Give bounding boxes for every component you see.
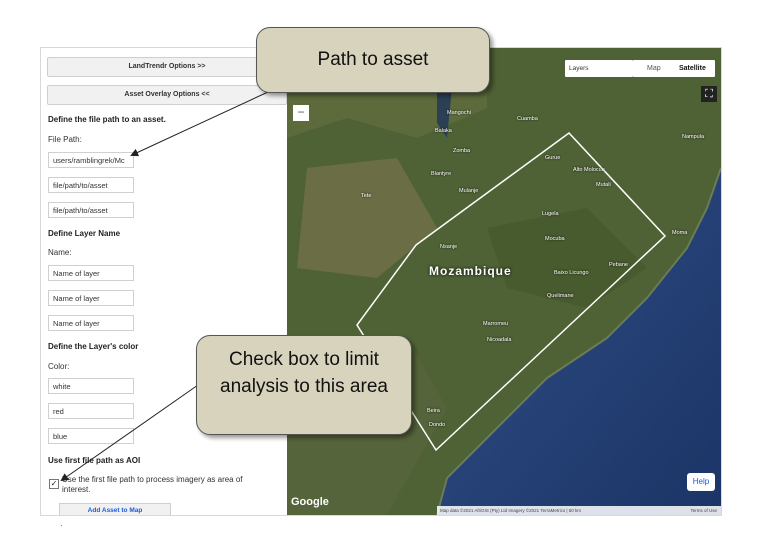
layer-name-input-3[interactable]: Name of layer — [48, 315, 134, 331]
place-label: Quelimane — [547, 293, 574, 299]
color-label: Color: — [48, 362, 70, 371]
landtrendr-options-button[interactable]: LandTrendr Options >> — [47, 57, 287, 77]
callout-path-to-asset: Path to asset — [256, 27, 490, 93]
place-label: Nicoadala — [487, 337, 512, 343]
place-label: Nsanje — [440, 244, 458, 250]
file-path-input-2[interactable]: file/path/to/asset — [48, 177, 134, 193]
color-input-1[interactable]: white — [48, 378, 134, 394]
country-label: Mozambique — [429, 264, 512, 278]
map-attribution: Map data ©2021 AfriGIS (Pty) Ltd Imagery… — [437, 506, 721, 515]
place-label: Balaka — [435, 128, 452, 134]
place-label: Marromeu — [483, 321, 509, 327]
map-view[interactable]: Cuamba Mangochi Balaka Zomba Blantyre Mu… — [287, 48, 721, 515]
fullscreen-icon[interactable]: ⛶ — [701, 86, 717, 102]
file-path-input-1[interactable]: users/ramblingrek/Mc — [48, 152, 134, 168]
satellite-imagery — [287, 48, 721, 515]
aoi-heading: Use first file path as AOI — [48, 456, 141, 465]
place-label: Mocuba — [545, 236, 565, 242]
aoi-checkbox[interactable]: ✓ — [49, 479, 59, 489]
color-input-2[interactable]: red — [48, 403, 134, 419]
place-label: Tete — [361, 193, 372, 199]
place-label: Mulanje — [459, 188, 479, 194]
color-heading: Define the Layer's color — [48, 342, 139, 351]
add-asset-button[interactable]: Add Asset to Map — [59, 503, 171, 515]
place-label: Blantyre — [431, 171, 452, 177]
help-button[interactable]: Help — [687, 473, 715, 491]
map-type-map-button[interactable]: Map — [647, 60, 661, 77]
map-type-control: Map Satellite — [633, 60, 715, 77]
zoom-out-button[interactable]: − — [293, 105, 309, 121]
file-path-input-3[interactable]: file/path/to/asset — [48, 202, 134, 218]
map-type-satellite-button[interactable]: Satellite — [679, 60, 706, 77]
app-frame: LandTrendr Options >> Asset Overlay Opti… — [40, 47, 722, 516]
layer-name-input-1[interactable]: Name of layer — [48, 265, 134, 281]
place-label: Alto Molocue — [573, 167, 605, 173]
place-label: Lugela — [542, 211, 559, 217]
layer-name-input-2[interactable]: Name of layer — [48, 290, 134, 306]
place-label: Pebane — [609, 262, 628, 268]
layer-name-heading: Define Layer Name — [48, 229, 121, 238]
google-logo: Google — [291, 496, 329, 508]
place-label: Nampula — [682, 134, 705, 140]
place-label: Dondo — [429, 422, 446, 428]
color-input-3[interactable]: blue — [48, 428, 134, 444]
name-label: Name: — [48, 248, 72, 257]
place-label: Beira — [427, 408, 440, 414]
options-panel: LandTrendr Options >> Asset Overlay Opti… — [41, 48, 287, 515]
place-label: Baixo Licungo — [554, 270, 589, 276]
place-label: Mutali — [596, 182, 611, 188]
place-label: Zomba — [453, 148, 471, 154]
place-label: Cuamba — [517, 116, 538, 122]
file-path-label: File Path: — [48, 135, 82, 144]
place-label: Gurue — [545, 155, 561, 161]
layers-select[interactable]: Layers — [565, 60, 633, 77]
place-label: Mangochi — [447, 110, 471, 116]
bottom-fragment: · — [60, 520, 63, 530]
asset-overlay-options-button[interactable]: Asset Overlay Options << — [47, 85, 287, 105]
attribution-text: Map data ©2021 AfriGIS (Pty) Ltd Imagery… — [440, 508, 582, 513]
place-label: Moma — [672, 230, 688, 236]
aoi-checkbox-label: Use the first file path to process image… — [62, 475, 243, 494]
file-path-heading: Define the file path to an asset. — [48, 115, 166, 124]
terms-of-use-link[interactable]: Terms of Use — [690, 506, 717, 515]
callout-check-box: Check box to limit analysis to this area — [196, 335, 412, 435]
